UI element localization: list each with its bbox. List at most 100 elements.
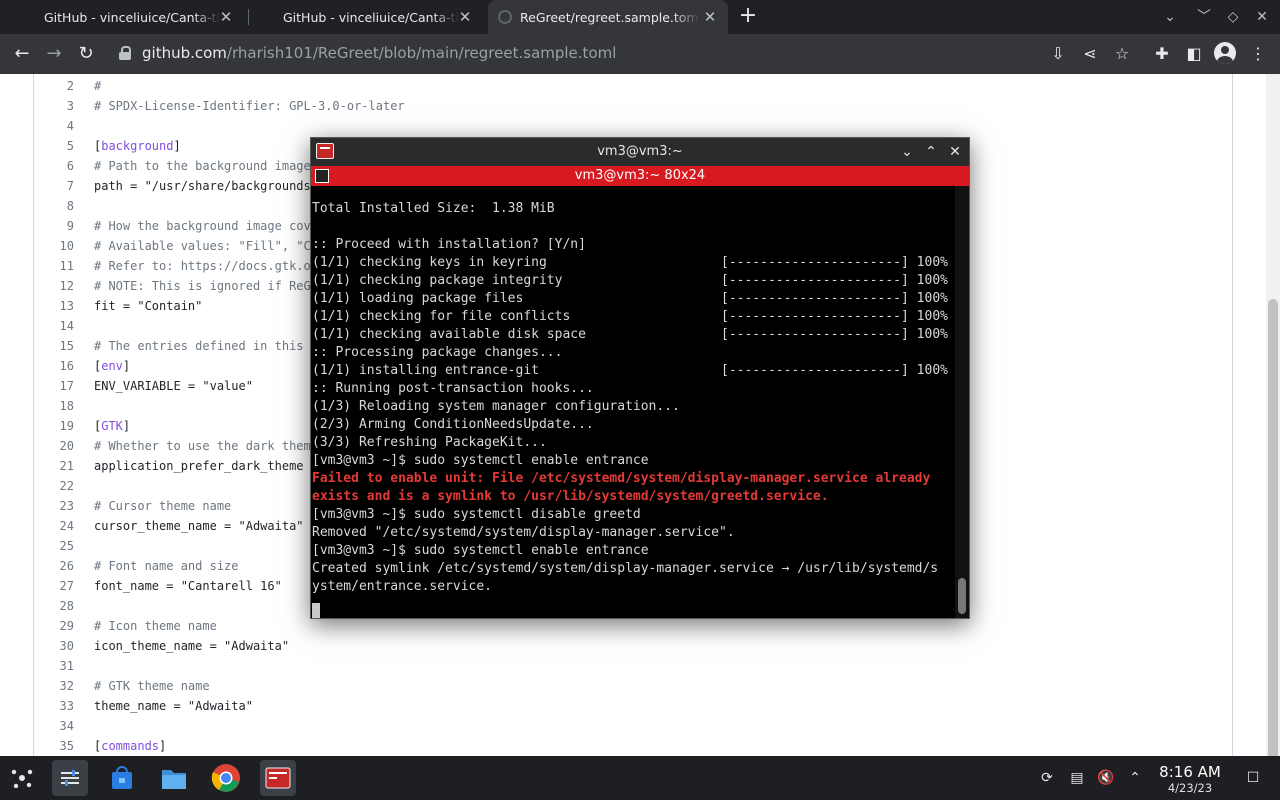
github-icon — [498, 10, 512, 24]
terminal-taskbar-icon[interactable] — [260, 760, 296, 796]
line-number[interactable]: 12 — [34, 276, 74, 296]
tab-separator — [248, 9, 249, 25]
back-button[interactable]: ← — [10, 42, 34, 66]
code-text: # Font name and size — [94, 559, 239, 573]
update-icon[interactable]: ⟳ — [1037, 768, 1057, 788]
terminal-line-text: :: Running post-transaction hooks... — [312, 381, 594, 396]
code-text: application_prefer_dark_theme — [94, 459, 304, 473]
line-number[interactable]: 19 — [34, 416, 74, 436]
line-number[interactable]: 7 — [34, 176, 74, 196]
page-scrollbar-thumb[interactable] — [1268, 299, 1278, 756]
line-number[interactable]: 5 — [34, 136, 74, 156]
line-number[interactable]: 23 — [34, 496, 74, 516]
minimize-icon[interactable]: ﹀ — [1194, 7, 1214, 27]
chrome-icon[interactable] — [208, 760, 244, 796]
reload-button[interactable]: ↻ — [74, 42, 98, 66]
close-icon[interactable]: ✕ — [218, 9, 234, 25]
line-number[interactable]: 18 — [34, 396, 74, 416]
code-line: 3 # SPDX-License-Identifier: GPL-3.0-or-l… — [34, 96, 1034, 116]
tab-label: GitHub - vinceliuice/Canta-theme — [44, 9, 220, 25]
taskbar-clock[interactable]: 8:16 AM 4/23/23 — [1150, 764, 1230, 796]
line-number[interactable]: 10 — [34, 236, 74, 256]
terminal-line-text: :: Proceed with installation? [Y/n] — [312, 237, 586, 252]
terminal-output[interactable]: Total Installed Size: 1.38 MiB:: Proceed… — [311, 186, 953, 618]
tab-search-icon[interactable]: ⌄ — [1160, 7, 1180, 27]
bookmark-star-icon[interactable]: ☆ — [1110, 42, 1134, 66]
line-number[interactable]: 22 — [34, 476, 74, 496]
extensions-icon[interactable]: ✚ — [1150, 42, 1174, 66]
line-number[interactable]: 16 — [34, 356, 74, 376]
terminal-scrollbar[interactable] — [955, 186, 969, 618]
line-number[interactable]: 27 — [34, 576, 74, 596]
line-number[interactable]: 35 — [34, 736, 74, 756]
browser-tab-1[interactable]: GitHub - vinceliuice/Canta-theme ✕ — [32, 0, 244, 34]
line-number[interactable]: 9 — [34, 216, 74, 236]
line-number[interactable]: 24 — [34, 516, 74, 536]
show-desktop-icon[interactable]: ☐ — [1243, 768, 1263, 788]
line-number[interactable]: 26 — [34, 556, 74, 576]
tray-expand-icon[interactable]: ⌃ — [1125, 768, 1145, 788]
restore-icon[interactable]: ◇ — [1223, 7, 1243, 27]
close-icon[interactable]: ✕ — [702, 9, 718, 25]
close-icon[interactable]: ✕ — [945, 142, 965, 162]
forward-button[interactable]: → — [42, 42, 66, 66]
maximize-icon[interactable]: ⌃ — [921, 142, 941, 162]
code-text: # SPDX-License-Identifier: GPL-3.0-or-la… — [94, 99, 405, 113]
discover-store-icon[interactable] — [104, 760, 140, 796]
tab-label: GitHub - vinceliuice/Canta-theme — [283, 9, 459, 25]
file-manager-icon[interactable] — [156, 760, 192, 796]
line-number[interactable]: 32 — [34, 676, 74, 696]
terminal-line: (3/3) Refreshing PackageKit... — [312, 434, 952, 452]
system-settings-icon[interactable] — [52, 760, 88, 796]
line-number[interactable]: 25 — [34, 536, 74, 556]
share-icon[interactable]: ⋖ — [1078, 42, 1102, 66]
browser-tab-3-active[interactable]: ReGreet/regreet.sample.toml ✕ — [488, 0, 728, 34]
line-number[interactable]: 15 — [34, 336, 74, 356]
line-number[interactable]: 14 — [34, 316, 74, 336]
line-number[interactable]: 34 — [34, 716, 74, 736]
line-number[interactable]: 29 — [34, 616, 74, 636]
line-number[interactable]: 30 — [34, 636, 74, 656]
code-text: # Available values: "Fill", "C — [94, 239, 311, 253]
code-line: 31 — [34, 656, 1034, 676]
clipboard-icon[interactable]: ▤ — [1067, 768, 1087, 788]
terminal-line-text: (2/3) Arming ConditionNeedsUpdate... — [312, 417, 594, 432]
side-panel-icon[interactable]: ◧ — [1182, 42, 1206, 66]
address-bar[interactable]: github.com/rharish101/ReGreet/blob/main/… — [110, 38, 1030, 68]
line-number[interactable]: 20 — [34, 436, 74, 456]
close-window-icon[interactable]: ✕ — [1252, 7, 1272, 27]
terminal-line: (1/1) checking package integrity [-------… — [312, 272, 952, 290]
profile-avatar[interactable] — [1214, 42, 1236, 64]
terminal-scrollbar-thumb[interactable] — [958, 578, 966, 614]
code-text: # Whether to use the dark them — [94, 439, 311, 453]
close-icon[interactable]: ✕ — [457, 9, 473, 25]
line-number[interactable]: 33 — [34, 696, 74, 716]
terminal-line-text: (3/3) Refreshing PackageKit... — [312, 435, 547, 450]
line-number[interactable]: 11 — [34, 256, 74, 276]
terminal-line-text: [vm3@vm3 ~]$ sudo systemctl enable entra… — [312, 453, 649, 468]
line-number[interactable]: 31 — [34, 656, 74, 676]
line-number[interactable]: 3 — [34, 96, 74, 116]
line-number[interactable]: 8 — [34, 196, 74, 216]
terminal-window[interactable]: vm3@vm3:~ ⌄ ⌃ ✕ vm3@vm3:~ 80x24 Total In… — [310, 137, 970, 619]
line-number[interactable]: 2 — [34, 76, 74, 96]
menu-dots-icon[interactable]: ⋮ — [1246, 42, 1270, 66]
terminal-titlebar[interactable]: vm3@vm3:~ ⌄ ⌃ ✕ — [311, 138, 969, 166]
new-tab-button[interactable]: + — [737, 5, 759, 28]
line-number[interactable]: 13 — [34, 296, 74, 316]
line-number[interactable]: 17 — [34, 376, 74, 396]
volume-muted-icon[interactable]: 🔇 — [1096, 768, 1116, 788]
line-number[interactable]: 28 — [34, 596, 74, 616]
line-number[interactable]: 6 — [34, 156, 74, 176]
terminal-line-text: ystem/entrance.service. — [312, 579, 493, 594]
terminal-line: (2/3) Arming ConditionNeedsUpdate... — [312, 416, 952, 434]
line-number[interactable]: 21 — [34, 456, 74, 476]
app-launcher-icon[interactable] — [4, 760, 40, 796]
minimize-icon[interactable]: ⌄ — [897, 142, 917, 162]
code-text: # — [94, 79, 102, 93]
browser-tab-2[interactable]: GitHub - vinceliuice/Canta-theme ✕ — [271, 0, 483, 34]
install-app-icon[interactable]: ⇩ — [1046, 42, 1070, 66]
line-number[interactable]: 4 — [34, 116, 74, 136]
terminal-tab[interactable]: vm3@vm3:~ 80x24 — [311, 166, 969, 186]
progress-bar-text: [----------------------] 100% — [721, 273, 948, 288]
